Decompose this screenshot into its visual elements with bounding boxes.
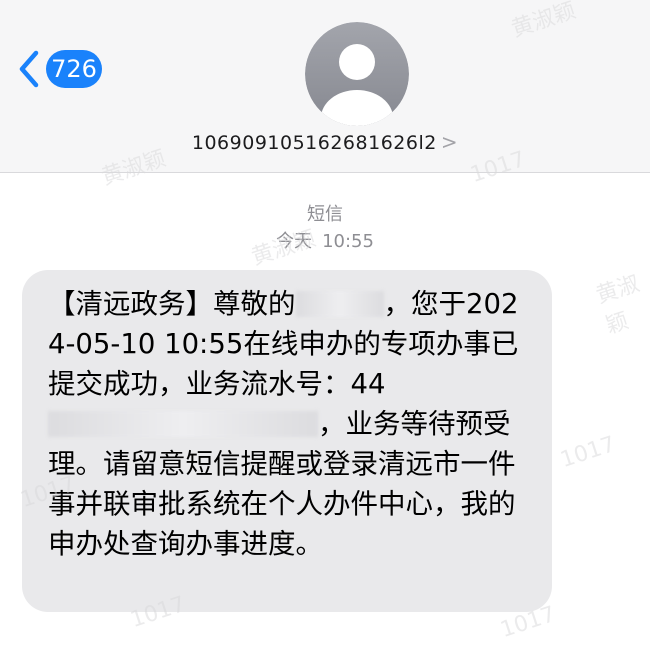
chevron-right-icon: > — [440, 130, 459, 154]
message-text: 【清远政务】尊敬的 ，您于2024-05-10 10:55在线申办的专项办事已提交… — [48, 284, 532, 564]
contact-number: 106909105162681626l2 — [191, 132, 437, 154]
redacted-name — [295, 291, 384, 317]
back-button[interactable]: 726 — [18, 50, 102, 88]
redacted-serial-number — [48, 411, 318, 437]
chevron-left-icon — [19, 50, 39, 88]
watermark-code: 1017 — [557, 431, 619, 474]
contact-name[interactable]: 106909105162681626l2 > — [0, 130, 650, 154]
conversation-header: 726 106909105162681626l2 > — [0, 0, 650, 173]
contact-avatar[interactable] — [305, 22, 409, 126]
message-text-part1: 【清远政务】尊敬的 — [48, 288, 296, 320]
message-bubble[interactable]: 【清远政务】尊敬的 ，您于2024-05-10 10:55在线申办的专项办事已提交… — [22, 270, 552, 612]
watermark-name: 黄淑颖 — [593, 271, 643, 340]
message-type-label: 短信 — [307, 204, 343, 225]
unread-count-badge: 726 — [46, 50, 102, 88]
timestamp-day: 今天 — [276, 231, 313, 252]
person-avatar-icon — [305, 22, 409, 126]
timestamp-time: 10:55 — [322, 231, 374, 252]
message-timestamp: 今天 10:55 — [0, 227, 650, 253]
